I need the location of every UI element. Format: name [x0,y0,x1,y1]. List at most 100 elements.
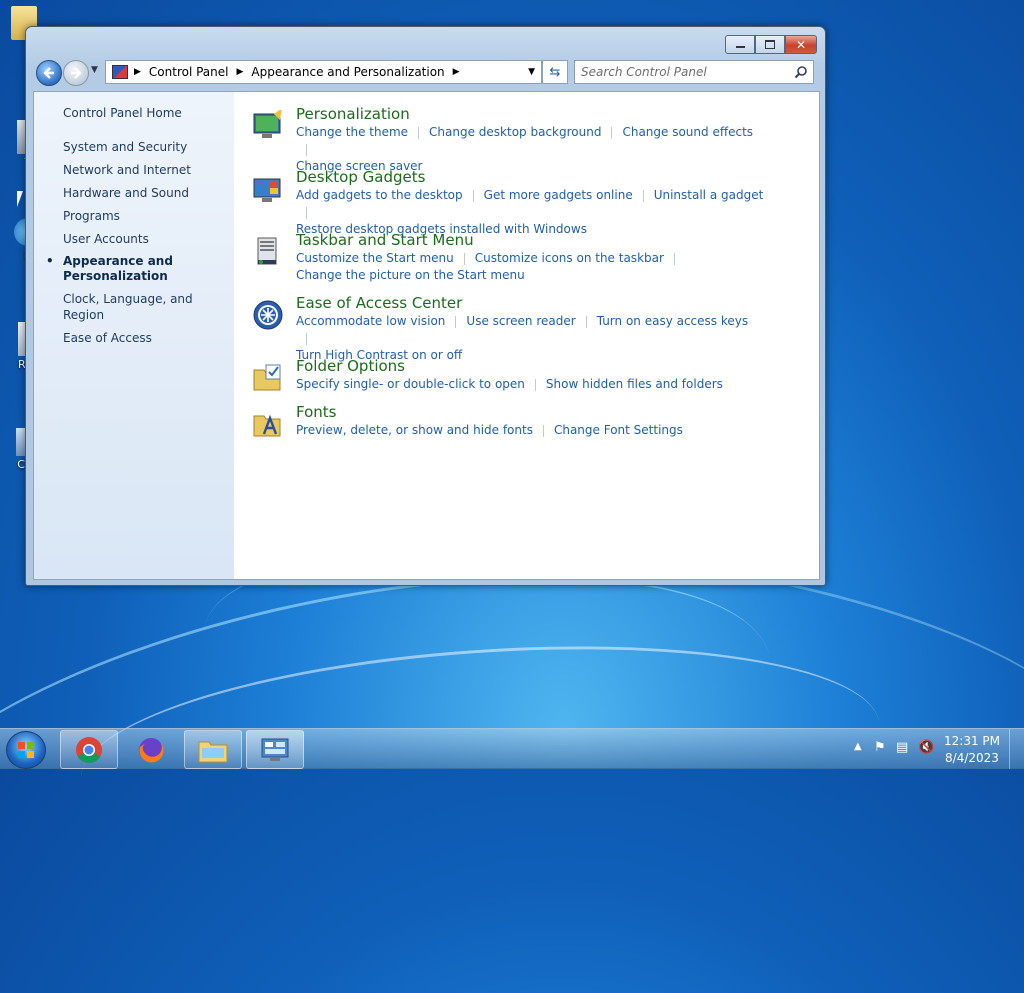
change-theme-link[interactable]: Change the theme [296,125,408,139]
volume-muted-icon[interactable]: 🔇 [918,740,934,755]
search-input[interactable] [575,64,793,80]
explorer-icon [198,741,228,762]
customize-taskbar-icons-link[interactable]: Customize icons on the taskbar [475,251,664,265]
easy-access-keys-link[interactable]: Turn on easy access keys [597,314,748,328]
refresh-button[interactable]: ⇆ [542,60,568,84]
sidebar-item-system-security[interactable]: System and Security [63,139,228,155]
minimize-button[interactable] [725,35,755,54]
separator [306,206,307,219]
separator [642,189,644,202]
separator [611,126,613,139]
mouse-cursor [17,191,23,207]
low-vision-link[interactable]: Accommodate low vision [296,314,445,328]
preview-fonts-link[interactable]: Preview, delete, or show and hide fonts [296,423,533,437]
show-desktop-button[interactable] [1009,729,1024,769]
sidebar-item-clock-language[interactable]: Clock, Language, and Region [63,291,228,323]
forward-arrow-icon [71,67,82,79]
sidebar-item-appearance[interactable]: Appearance and Personalization [46,254,228,284]
folder-options-title[interactable]: Folder Options [296,356,766,376]
refresh-icon: ⇆ [549,64,561,80]
recent-pages-dropdown[interactable]: ▼ [91,65,98,75]
navigation-bar: ▼ ▶ Control Panel ▶ Appearance and Perso… [34,59,817,86]
separator [306,143,307,156]
ease-of-access-icon [253,300,283,330]
control-panel-icon [261,738,289,761]
left-navigation-pane: Control Panel Home System and Security N… [34,92,234,579]
change-start-picture-link[interactable]: Change the picture on the Start menu [296,268,525,282]
change-desktop-background-link[interactable]: Change desktop background [429,125,601,139]
taskbar-title[interactable]: Taskbar and Start Menu [296,230,766,250]
separator [455,315,457,328]
firefox-icon[interactable] [136,735,166,765]
taskbar-control-panel-button[interactable] [246,730,304,769]
sidebar-item-ease-of-access[interactable]: Ease of Access [63,330,228,346]
screen-reader-link[interactable]: Use screen reader [466,314,575,328]
change-font-settings-link[interactable]: Change Font Settings [554,423,683,437]
clock-date: 8/4/2023 [945,751,999,765]
clock-time: 12:31 PM [944,734,1000,748]
back-arrow-icon [43,67,54,79]
change-sound-effects-link[interactable]: Change sound effects [622,125,753,139]
chevron-right-icon[interactable]: ▶ [453,67,460,77]
folder-options-icon [253,364,281,391]
fonts-icon [253,414,281,437]
control-panel-window[interactable]: ✕ ▼ ▶ Control Panel ▶ Appearance and Per… [25,26,826,586]
maximize-icon [765,40,775,49]
caption-buttons: ✕ [725,35,817,54]
network-status-icon[interactable]: ▤ [896,740,908,755]
category-panel: Personalization Change the theme Change d… [252,104,766,448]
back-button[interactable] [36,60,62,86]
search-box [574,60,814,84]
separator [673,252,675,265]
category-desktop-gadgets: Desktop Gadgets Add gadgets to the deskt… [252,167,766,236]
taskbar: ▲ ⚑ ▤ 🔇 12:31 PM 8/4/2023 [0,728,1024,769]
breadcrumb-appearance[interactable]: Appearance and Personalization [251,65,444,79]
get-more-gadgets-link[interactable]: Get more gadgets online [484,188,633,202]
taskbar-links: Customize the Start menu Customize icons … [296,250,766,284]
category-personalization: Personalization Change the theme Change d… [252,104,766,173]
category-folder-options: Folder Options Specify single- or double… [252,356,766,402]
taskbar-chrome-button[interactable] [60,730,118,769]
taskbar-firefox-button [122,730,180,769]
sidebar-item-hardware[interactable]: Hardware and Sound [63,185,228,201]
category-taskbar: Taskbar and Start Menu Customize the Sta… [252,230,766,293]
breadcrumb-control-panel[interactable]: Control Panel [149,65,229,79]
sidebar-item-user-accounts[interactable]: User Accounts [63,231,228,247]
ease-of-access-title[interactable]: Ease of Access Center [296,293,766,313]
close-button[interactable]: ✕ [785,35,817,54]
action-center-flag-icon[interactable]: ⚑ [874,740,886,755]
uninstall-gadget-link[interactable]: Uninstall a gadget [654,188,764,202]
show-hidden-icons-arrow[interactable]: ▲ [854,741,862,752]
chevron-right-icon[interactable]: ▶ [134,67,141,77]
control-panel-home-link[interactable]: Control Panel Home [63,106,182,120]
system-tray: ▲ ⚑ ▤ 🔇 12:31 PM 8/4/2023 [834,729,1024,769]
show-hidden-files-link[interactable]: Show hidden files and folders [546,377,723,391]
address-dropdown-icon[interactable]: ▼ [528,67,535,77]
sidebar-item-network[interactable]: Network and Internet [63,162,228,178]
separator [472,189,474,202]
chevron-right-icon[interactable]: ▶ [237,67,244,77]
control-panel-icon [112,65,128,79]
separator [463,252,465,265]
category-ease-of-access: Ease of Access Center Accommodate low vi… [252,293,766,362]
taskbar-explorer-button[interactable] [184,730,242,769]
clock[interactable]: 12:31 PM 8/4/2023 [944,733,1000,767]
forward-button[interactable] [63,60,89,86]
desktop-gadgets-icon [253,178,281,202]
separator [418,126,420,139]
folder-options-links: Specify single- or double-click to open S… [296,376,766,393]
address-bar[interactable]: ▶ Control Panel ▶ Appearance and Persona… [105,60,542,84]
content-area: Control Panel Home System and Security N… [33,91,820,580]
start-button[interactable] [6,731,46,769]
minimize-icon [735,46,745,48]
single-double-click-link[interactable]: Specify single- or double-click to open [296,377,525,391]
maximize-button[interactable] [755,35,785,54]
add-gadgets-link[interactable]: Add gadgets to the desktop [296,188,463,202]
search-icon[interactable] [793,65,809,79]
customize-start-menu-link[interactable]: Customize the Start menu [296,251,454,265]
desktop-gadgets-title[interactable]: Desktop Gadgets [296,167,766,187]
personalization-title[interactable]: Personalization [296,104,766,124]
personalization-icon [253,110,282,138]
sidebar-item-programs[interactable]: Programs [63,208,228,224]
fonts-title[interactable]: Fonts [296,402,766,422]
